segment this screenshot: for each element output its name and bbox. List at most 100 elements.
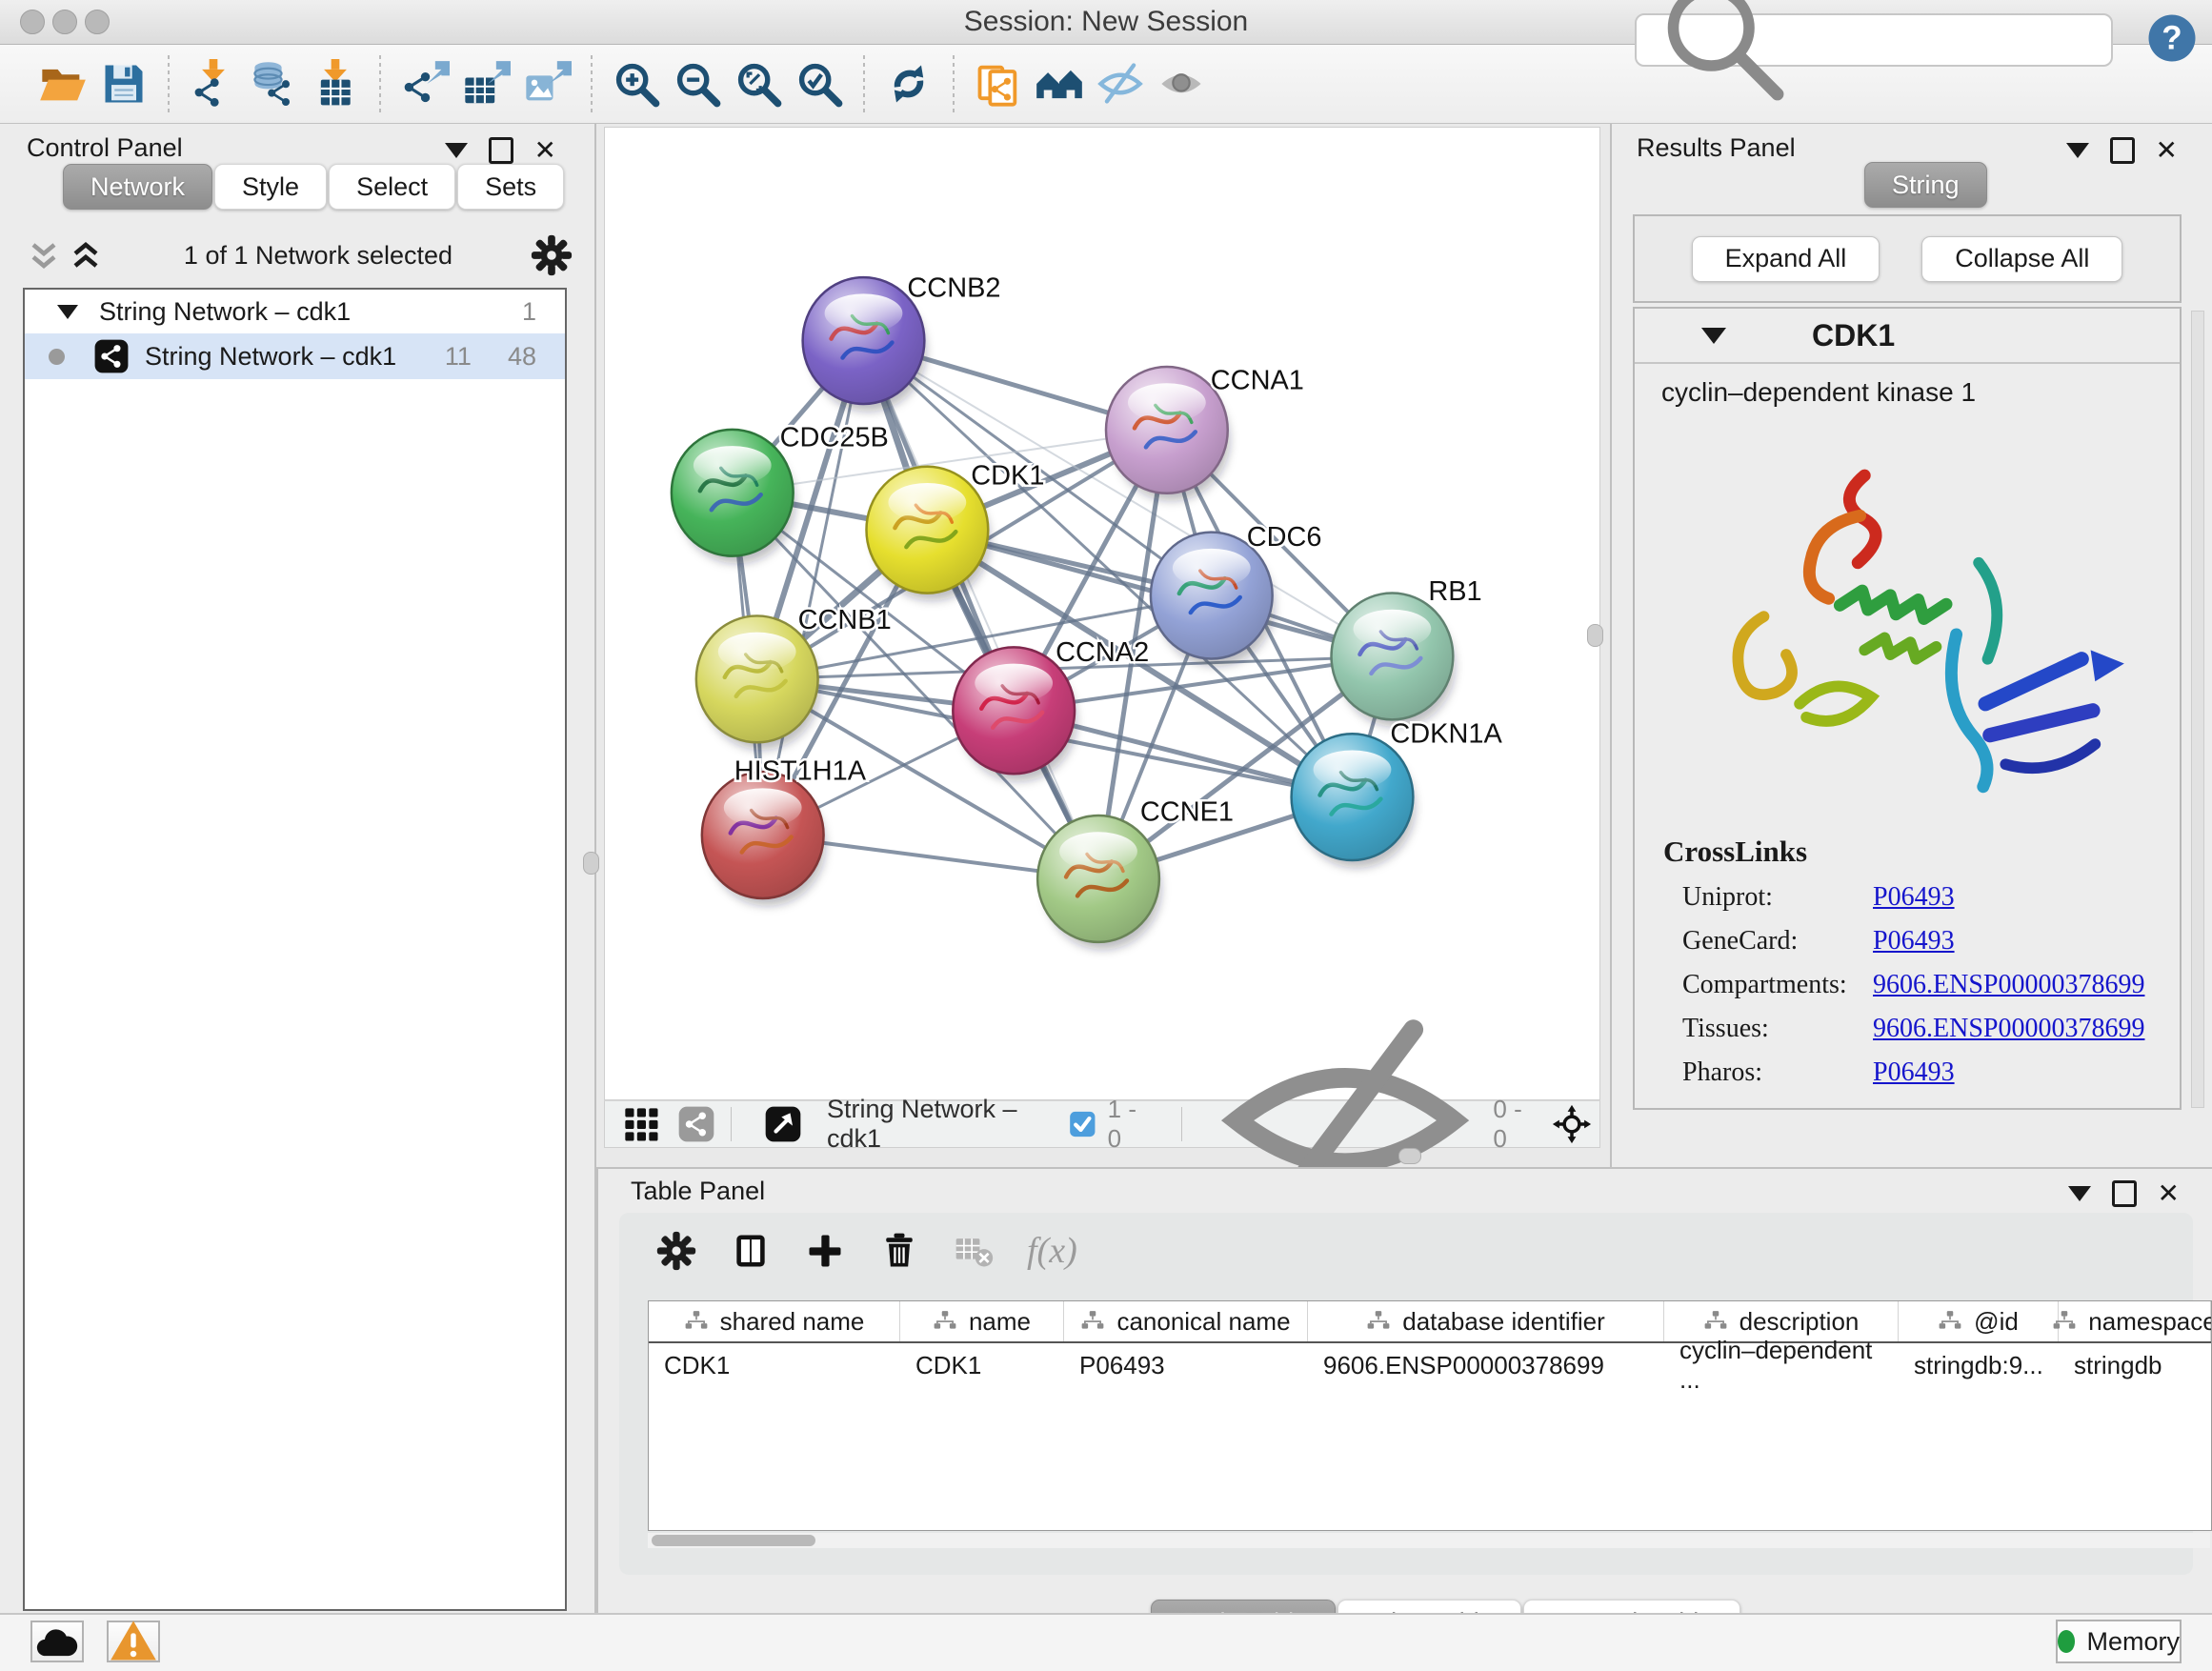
column-header-namespace[interactable]: namespace bbox=[2059, 1301, 2211, 1341]
table-cell[interactable]: CDK1 bbox=[900, 1343, 1064, 1387]
import-database-icon[interactable] bbox=[244, 55, 305, 112]
network-view-toolbar: String Network – cdk1 1 - 0 0 - 0 bbox=[604, 1100, 1600, 1148]
crosslink-link[interactable]: P06493 bbox=[1873, 926, 1955, 956]
table-row[interactable]: CDK1CDK1P064939606.ENSP00000378699cyclin… bbox=[649, 1343, 2211, 1387]
network-name: String Network – cdk1 bbox=[145, 342, 396, 372]
search-input[interactable] bbox=[1788, 20, 2111, 60]
clear-table-icon bbox=[953, 1230, 995, 1272]
refresh-icon[interactable] bbox=[878, 55, 939, 112]
table-cell[interactable]: P06493 bbox=[1064, 1343, 1308, 1387]
crosslink-link[interactable]: P06493 bbox=[1873, 1057, 1955, 1088]
birdseye-icon[interactable] bbox=[764, 1105, 802, 1143]
panel-float-icon[interactable] bbox=[2110, 137, 2135, 164]
left-splitter-handle[interactable] bbox=[583, 852, 599, 875]
column-header-@id[interactable]: @id bbox=[1899, 1301, 2059, 1341]
table-cell[interactable]: 9606.ENSP00000378699 bbox=[1308, 1343, 1664, 1387]
column-header-database-identifier[interactable]: database identifier bbox=[1308, 1301, 1664, 1341]
delete-column-icon[interactable] bbox=[878, 1230, 920, 1272]
tab-sets[interactable]: Sets bbox=[457, 164, 564, 210]
network-node-CCNA1[interactable]: CCNA1 bbox=[1106, 365, 1304, 500]
panel-close-icon[interactable]: ✕ bbox=[2158, 1183, 2180, 1204]
zoom-selected-icon[interactable] bbox=[789, 55, 850, 112]
network-node-CDKN1A[interactable]: CDKN1A bbox=[1292, 719, 1503, 868]
section-collapse-icon[interactable] bbox=[1701, 328, 1726, 344]
network-row[interactable]: String Network – cdk1 11 48 bbox=[25, 333, 565, 379]
network-graph[interactable]: CCNB2 CCNA1 CDC25B C bbox=[605, 128, 1599, 1099]
expand-triangle-icon[interactable] bbox=[57, 305, 78, 319]
memory-button[interactable]: Memory bbox=[2056, 1620, 2182, 1663]
show-all-icon[interactable] bbox=[1151, 55, 1212, 112]
panel-collapse-icon[interactable] bbox=[2068, 1186, 2091, 1201]
expand-all-icon[interactable] bbox=[65, 234, 107, 276]
table-cell[interactable]: CDK1 bbox=[649, 1343, 900, 1387]
network-node-CDC25B[interactable]: CDC25B bbox=[672, 422, 889, 563]
import-table-icon[interactable] bbox=[305, 55, 366, 112]
column-header-shared-name[interactable]: shared name bbox=[649, 1301, 900, 1341]
help-icon: ? bbox=[2145, 52, 2199, 69]
network-node-CCNB2[interactable]: CCNB2 bbox=[803, 273, 1001, 412]
crosslink-link[interactable]: P06493 bbox=[1873, 882, 1955, 913]
panel-float-icon[interactable] bbox=[489, 137, 513, 164]
network-node-CCNB1[interactable]: CCNB1 bbox=[696, 605, 892, 750]
export-table-icon[interactable] bbox=[455, 55, 516, 112]
panel-collapse-icon[interactable] bbox=[445, 143, 468, 158]
houses-icon[interactable] bbox=[1029, 55, 1090, 112]
collapse-all-icon[interactable] bbox=[23, 234, 65, 276]
clone-network-icon[interactable] bbox=[968, 55, 1029, 112]
network-badge-icon[interactable] bbox=[677, 1105, 715, 1143]
network-node-CDC6[interactable]: CDC6 bbox=[1151, 522, 1322, 666]
import-network-icon[interactable] bbox=[183, 55, 244, 112]
tab-select[interactable]: Select bbox=[329, 164, 455, 210]
hide-selected-icon[interactable] bbox=[1090, 55, 1151, 112]
crosslink-link[interactable]: 9606.ENSP00000378699 bbox=[1873, 970, 2144, 1000]
zoom-fit-icon[interactable] bbox=[728, 55, 789, 112]
selected-checkbox-icon[interactable] bbox=[1069, 1110, 1096, 1138]
zoom-in-icon[interactable] bbox=[606, 55, 667, 112]
crosslink-label: Uniprot: bbox=[1682, 882, 1873, 913]
cdk1-section-header[interactable]: CDK1 bbox=[1635, 309, 2180, 364]
column-header-name[interactable]: name bbox=[900, 1301, 1064, 1341]
collapse-all-button[interactable]: Collapse All bbox=[1921, 236, 2122, 282]
panel-close-icon[interactable]: ✕ bbox=[2156, 140, 2178, 161]
table-hscroll-thumb[interactable] bbox=[652, 1535, 815, 1546]
tab-network[interactable]: Network bbox=[63, 164, 212, 210]
toolbar-separator bbox=[953, 55, 955, 112]
column-header-canonical-name[interactable]: canonical name bbox=[1064, 1301, 1308, 1341]
results-scrollbar[interactable] bbox=[2191, 311, 2204, 1108]
svg-text:RB1: RB1 bbox=[1428, 576, 1481, 607]
tab-style[interactable]: Style bbox=[214, 164, 327, 210]
zoom-out-icon[interactable] bbox=[667, 55, 728, 112]
fit-content-icon[interactable] bbox=[1552, 1103, 1592, 1145]
table-cell[interactable]: cyclin–dependent ... bbox=[1664, 1343, 1899, 1387]
network-node-CCNA2[interactable]: CCNA2 bbox=[953, 637, 1149, 781]
show-columns-icon[interactable] bbox=[730, 1230, 772, 1272]
grid-view-icon[interactable] bbox=[622, 1105, 660, 1143]
panel-close-icon[interactable]: ✕ bbox=[534, 140, 556, 161]
tab-string[interactable]: String bbox=[1864, 162, 1987, 208]
open-session-icon[interactable] bbox=[32, 55, 93, 112]
add-column-icon[interactable] bbox=[804, 1230, 846, 1272]
table-cell[interactable]: stringdb:9... bbox=[1899, 1343, 2059, 1387]
network-node-CDK1[interactable]: CDK1 bbox=[866, 460, 1044, 600]
save-session-icon[interactable] bbox=[93, 55, 154, 112]
warnings-button[interactable] bbox=[107, 1621, 160, 1662]
table-settings-icon[interactable] bbox=[655, 1230, 697, 1272]
network-node-HIST1H1A[interactable]: HIST1H1A bbox=[702, 756, 867, 906]
collection-row[interactable]: String Network – cdk1 1 bbox=[25, 290, 565, 333]
export-network-icon[interactable] bbox=[394, 55, 455, 112]
panel-float-icon[interactable] bbox=[2112, 1180, 2137, 1207]
cloud-button[interactable] bbox=[30, 1621, 84, 1662]
status-bar: Memory bbox=[0, 1613, 2212, 1671]
table-hscrollbar[interactable] bbox=[648, 1533, 2210, 1548]
network-canvas[interactable]: CCNB2 CCNA1 CDC25B C bbox=[604, 127, 1600, 1100]
crosslink-link[interactable]: 9606.ENSP00000378699 bbox=[1873, 1014, 2144, 1044]
export-image-icon[interactable] bbox=[516, 55, 577, 112]
expand-all-button[interactable]: Expand All bbox=[1692, 236, 1880, 282]
right-splitter-handle[interactable] bbox=[1587, 624, 1603, 647]
table-cell[interactable]: stringdb bbox=[2059, 1343, 2211, 1387]
gear-icon[interactable] bbox=[530, 233, 573, 277]
panel-collapse-icon[interactable] bbox=[2066, 143, 2089, 158]
bottom-splitter-handle[interactable] bbox=[1398, 1148, 1421, 1164]
network-node-RB1[interactable]: RB1 bbox=[1332, 576, 1482, 727]
help-button[interactable]: ? bbox=[2145, 11, 2199, 65]
